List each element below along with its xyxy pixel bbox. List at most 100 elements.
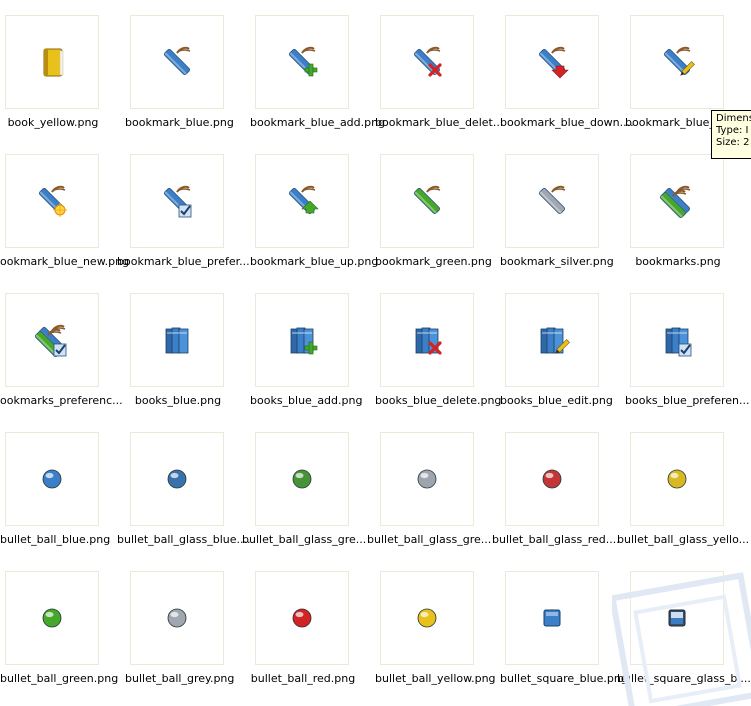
file-thumbnail[interactable]: [380, 293, 474, 387]
file-name[interactable]: bullet_ball_glass_red....: [492, 533, 620, 546]
tooltip-dimensions: Dimens: [716, 113, 751, 124]
file-name[interactable]: books_blue_add.png: [250, 394, 362, 407]
file-thumbnail[interactable]: [255, 293, 349, 387]
file-thumbnail[interactable]: [255, 571, 349, 665]
file-name[interactable]: bookmark_green.png: [375, 255, 492, 268]
file-name[interactable]: bullet_ball_red.png: [250, 672, 356, 685]
file-thumbnail[interactable]: [505, 293, 599, 387]
file-item[interactable]: bullet_square_blue.png: [500, 556, 628, 695]
file-thumbnail[interactable]: [255, 154, 349, 248]
file-item[interactable]: books_blue.png: [125, 278, 250, 417]
file-item[interactable]: bullet_ball_grey.png: [125, 556, 250, 695]
file-item[interactable]: bookmark_blue_add.png: [250, 0, 385, 139]
file-name[interactable]: book_yellow.png: [0, 116, 106, 129]
file-item[interactable]: bullet_ball_glass_blue....: [117, 417, 251, 556]
file-thumbnail[interactable]: [5, 432, 99, 526]
file-item[interactable]: ookmarks_preferenc...: [0, 278, 125, 417]
file-thumbnail[interactable]: [5, 571, 99, 665]
file-name[interactable]: bookmark_blue.png: [125, 116, 234, 129]
books-blue-edit-icon: [540, 327, 570, 354]
file-name[interactable]: bookmark_blue_delet...: [375, 116, 503, 129]
file-thumbnail[interactable]: [130, 571, 224, 665]
bullet-ball-glass-green-icon: [292, 469, 312, 489]
file-name[interactable]: books_blue_preferen...: [625, 394, 750, 407]
file-item[interactable]: books_blue_edit.png: [500, 278, 625, 417]
file-item[interactable]: book_yellow.png: [0, 0, 125, 139]
file-item[interactable]: bullet_ball_blue.png: [0, 417, 125, 556]
file-thumbnail[interactable]: [5, 293, 99, 387]
file-thumbnail[interactable]: [630, 432, 724, 526]
file-name[interactable]: bookmark_blue_prefer...: [117, 255, 250, 268]
file-name[interactable]: bullet_square_blue.png: [500, 672, 628, 685]
file-thumbnail[interactable]: [505, 571, 599, 665]
file-thumbnail[interactable]: [130, 293, 224, 387]
bookmark-silver-icon: [538, 185, 566, 215]
file-name[interactable]: ookmark_blue_new.png: [0, 255, 129, 268]
file-item[interactable]: bullet_ball_yellow.png: [375, 556, 500, 695]
file-item[interactable]: bookmark_green.png: [375, 139, 500, 278]
file-item[interactable]: bullet_ball_glass_gre...: [242, 417, 375, 556]
file-thumbnail[interactable]: [5, 154, 99, 248]
file-item[interactable]: bullet_ball_glass_red....: [492, 417, 625, 556]
file-thumbnail[interactable]: [5, 15, 99, 109]
file-thumbnail[interactable]: [505, 432, 599, 526]
file-name[interactable]: bookmark_blue_down....: [500, 116, 634, 129]
file-name[interactable]: books_blue_edit.png: [500, 394, 613, 407]
file-name[interactable]: ookmarks_preferenc...: [0, 394, 123, 407]
bullet-square-blue-icon: [543, 609, 561, 627]
file-item[interactable]: bookmark_blue_prefer...: [117, 139, 250, 278]
file-name[interactable]: bullet_ball_glass_yello...: [617, 533, 749, 546]
file-item[interactable]: bookmark_blue_up.png: [250, 139, 378, 278]
file-name[interactable]: bookmarks.png: [625, 255, 731, 268]
books-blue-add-icon: [290, 327, 318, 355]
file-name[interactable]: bookmark_silver.png: [500, 255, 614, 268]
file-thumbnail[interactable]: [630, 15, 724, 109]
file-name[interactable]: books_blue_delete.png: [375, 394, 501, 407]
file-item[interactable]: books_blue_add.png: [250, 278, 375, 417]
file-name[interactable]: bookmark_blue_up.png: [250, 255, 378, 268]
file-name[interactable]: bullet_ball_yellow.png: [375, 672, 496, 685]
file-thumbnail[interactable]: [130, 154, 224, 248]
file-thumbnail[interactable]: [505, 154, 599, 248]
file-thumbnail[interactable]: [130, 432, 224, 526]
file-thumbnail[interactable]: [255, 15, 349, 109]
file-info-tooltip: Dimens Type: I Size: 2: [711, 110, 751, 159]
file-name[interactable]: bullet_ball_glass_blue....: [117, 533, 251, 546]
file-thumbnail[interactable]: [130, 15, 224, 109]
file-item[interactable]: bookmark_blue_down....: [500, 0, 634, 139]
file-thumbnail[interactable]: [380, 571, 474, 665]
file-name[interactable]: bullet_ball_grey.png: [125, 672, 234, 685]
file-name[interactable]: books_blue.png: [125, 394, 231, 407]
file-thumbnail[interactable]: [505, 15, 599, 109]
file-thumbnail[interactable]: [380, 154, 474, 248]
file-item[interactable]: books_blue_preferen...: [625, 278, 750, 417]
folder-watermark-icon: [612, 572, 751, 706]
file-name[interactable]: bullet_ball_glass_gre...: [242, 533, 366, 546]
file-name[interactable]: bullet_ball_green.png: [0, 672, 118, 685]
file-item[interactable]: bookmark_silver.png: [500, 139, 625, 278]
file-item[interactable]: books_blue_delete.png: [375, 278, 501, 417]
file-thumbnail[interactable]: [630, 154, 724, 248]
file-item[interactable]: bookmark_blue.png: [125, 0, 250, 139]
file-name[interactable]: bookmark_blue_add.png: [250, 116, 385, 129]
bookmark-blue-edit-icon: [663, 46, 695, 76]
file-item[interactable]: bullet_ball_glass_gre...: [367, 417, 500, 556]
file-thumbnail[interactable]: [255, 432, 349, 526]
file-item[interactable]: bookmarks.png: [625, 139, 750, 278]
file-item[interactable]: bullet_ball_glass_yello...: [617, 417, 750, 556]
bullet-ball-glass-grey-icon: [417, 469, 437, 489]
book-yellow-icon: [43, 48, 64, 77]
file-name[interactable]: bullet_ball_glass_gre...: [367, 533, 491, 546]
tooltip-type: Type: I: [716, 125, 749, 136]
file-item[interactable]: bullet_ball_red.png: [250, 556, 375, 695]
file-item[interactable]: ookmark_blue_new.png: [0, 139, 129, 278]
file-thumbnail[interactable]: [380, 15, 474, 109]
bullet-ball-glass-red-icon: [542, 469, 562, 489]
file-name[interactable]: bullet_ball_blue.png: [0, 533, 110, 546]
bookmark-blue-delete-icon: [413, 46, 442, 77]
bookmarks-preferences-icon: [34, 324, 67, 358]
file-thumbnail[interactable]: [380, 432, 474, 526]
file-thumbnail[interactable]: [630, 293, 724, 387]
file-item[interactable]: bullet_ball_green.png: [0, 556, 125, 695]
file-item[interactable]: bookmark_blue_delet...: [375, 0, 503, 139]
